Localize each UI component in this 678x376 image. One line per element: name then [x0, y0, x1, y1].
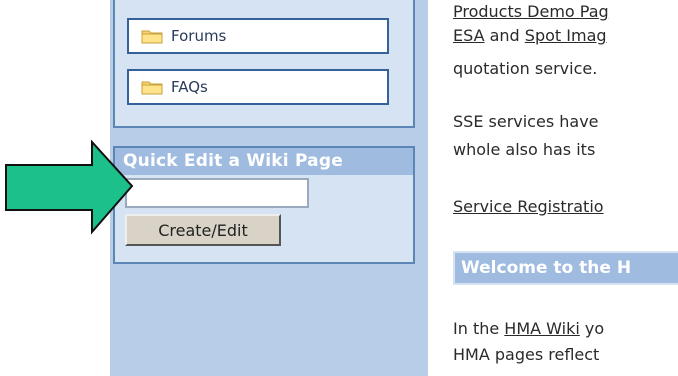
green-arrow-icon — [5, 140, 134, 235]
service-registration-link[interactable]: Service Registratio — [453, 197, 604, 216]
wiki-page-input[interactable] — [125, 178, 309, 208]
content-line: ESA and Spot Imag — [453, 24, 607, 48]
content-line: Service Registratio — [453, 195, 604, 219]
sidebar-item-label: Forums — [171, 27, 227, 45]
quick-edit-title: Quick Edit a Wiki Page — [115, 148, 413, 175]
products-demo-link[interactable]: Products Demo Pag — [453, 2, 609, 21]
esa-link[interactable]: ESA — [453, 26, 485, 45]
sidebar-item-forums[interactable]: Forums — [127, 18, 389, 54]
folder-icon — [141, 30, 163, 43]
sidebar-item-faqs[interactable]: FAQs — [127, 69, 389, 105]
welcome-heading: Welcome to the H — [453, 251, 678, 285]
links-panel: Forums FAQs — [113, 0, 415, 128]
content-line: whole also has its — [453, 140, 596, 159]
quick-edit-panel: Quick Edit a Wiki Page Create/Edit — [113, 146, 415, 264]
content-line: Products Demo Pag — [453, 0, 609, 24]
main-content: Products Demo Pag ESA and Spot Imag quot… — [437, 0, 678, 376]
sidebar-item-label: FAQs — [171, 78, 208, 96]
create-edit-button[interactable]: Create/Edit — [125, 214, 281, 246]
content-line: HMA pages reflect — [453, 345, 600, 364]
folder-icon — [141, 81, 163, 94]
content-text: and — [484, 26, 525, 45]
content-line: In the HMA Wiki yo — [453, 317, 604, 341]
content-text: yo — [579, 319, 605, 338]
hma-wiki-link[interactable]: HMA Wiki — [504, 319, 580, 338]
content-line: SSE services have — [453, 112, 599, 131]
content-text: In the — [453, 319, 505, 338]
content-line: quotation service. — [453, 59, 598, 78]
spot-image-link[interactable]: Spot Imag — [525, 26, 607, 45]
